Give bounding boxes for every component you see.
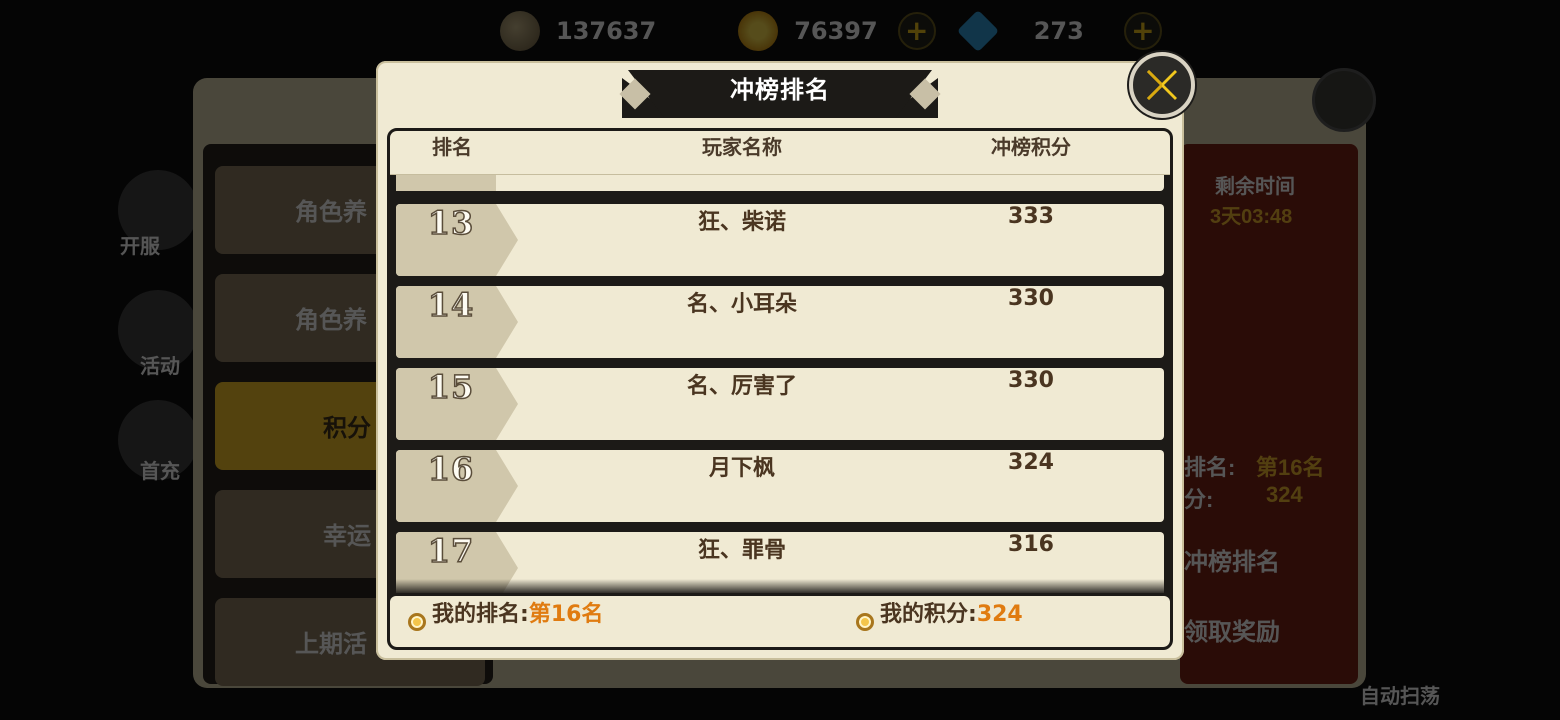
bg-time-title: 剩余时间 — [1215, 176, 1295, 198]
title-ribbon: 冲榜排名 — [619, 70, 941, 118]
gold-resource: 76397 + — [738, 11, 936, 51]
dialog-title: 冲榜排名 — [730, 76, 830, 104]
add-gold-button[interactable]: + — [897, 12, 936, 50]
row-rank: 15 — [427, 367, 475, 407]
blue-gem-icon — [956, 9, 999, 53]
my-rank-value: 第16名 — [528, 602, 604, 627]
close-icon — [1147, 70, 1177, 100]
bg-claim-button[interactable]: 领取奖励 — [1184, 612, 1280, 647]
my-ranking-footer: 我的排名:第16名 我的积分:324 — [390, 596, 1170, 647]
row-score: 333 — [1008, 204, 1054, 229]
ranking-row[interactable]: 16 月下枫 324 — [396, 449, 1164, 522]
row-rank: 14 — [427, 285, 475, 325]
close-button[interactable] — [1129, 52, 1195, 118]
bullet-icon — [856, 613, 874, 631]
gem-resource: 273 + — [956, 9, 1162, 53]
column-score: 冲榜积分 — [991, 135, 1071, 159]
row-player-name: 狂、罪骨 — [697, 538, 787, 563]
crossed-swords-icon — [500, 11, 540, 51]
my-rank: 我的排名:第16名 — [432, 596, 603, 628]
row-player-name: 名、厉害了 — [686, 374, 798, 399]
gold-value: 76397 — [794, 17, 878, 45]
ranking-row-partial — [396, 175, 1164, 191]
bg-close-icon — [1312, 68, 1376, 132]
gem-value: 273 — [1033, 17, 1084, 45]
row-player-name: 狂、柴诺 — [697, 210, 787, 235]
bg-rank-label: 排名: — [1184, 455, 1236, 480]
ranking-row[interactable]: 13 狂、柴诺 333 — [396, 203, 1164, 276]
row-rank: 17 — [427, 531, 475, 571]
row-score: 324 — [1008, 450, 1054, 475]
bg-rank-value: 第16名 — [1256, 455, 1325, 480]
column-player-name: 玩家名称 — [702, 135, 782, 159]
bg-side-label-2: 活动 — [140, 356, 180, 378]
ranking-row[interactable]: 14 名、小耳朵 330 — [396, 285, 1164, 358]
row-score: 330 — [1008, 286, 1054, 311]
bg-rank-button[interactable]: 冲榜排名 — [1184, 542, 1280, 577]
ranking-list[interactable]: 13 狂、柴诺 333 14 名、小耳朵 330 15 名、厉害了 330 16… — [390, 175, 1170, 593]
row-rank: 16 — [427, 449, 475, 489]
bg-side-label-3: 首充 — [140, 461, 180, 483]
resource-bar: 137637 76397 + 273 + — [500, 8, 1184, 54]
ranking-dialog: 冲榜排名 排名 玩家名称 冲榜积分 13 狂、柴诺 333 14 名、小耳朵 3… — [376, 52, 1195, 660]
bullet-icon — [408, 613, 426, 631]
row-player-name: 名、小耳朵 — [686, 292, 798, 317]
bg-auto-sweep[interactable]: 自动扫荡 — [1360, 680, 1440, 709]
bg-score-value: 324 — [1266, 482, 1303, 507]
my-score-label: 我的积分: — [880, 602, 977, 627]
my-rank-label: 我的排名: — [432, 602, 529, 627]
add-gem-button[interactable]: + — [1123, 12, 1162, 50]
row-score: 330 — [1008, 368, 1054, 393]
bg-side-menu: 开服 活动 首充 — [110, 20, 200, 500]
row-rank: 13 — [427, 203, 475, 243]
power-resource: 137637 — [500, 11, 656, 51]
gold-coin-icon — [738, 11, 779, 51]
power-value: 137637 — [556, 17, 657, 45]
bg-time-value: 3天03:48 — [1210, 206, 1293, 228]
my-score: 我的积分:324 — [880, 596, 1023, 628]
row-player-name: 月下枫 — [708, 456, 776, 481]
ranking-row[interactable]: 15 名、厉害了 330 — [396, 367, 1164, 440]
row-score: 316 — [1008, 532, 1054, 557]
bg-side-label-1: 开服 — [120, 236, 160, 258]
bg-score-label: 分: — [1184, 487, 1214, 512]
column-rank: 排名 — [432, 135, 472, 159]
my-score-value: 324 — [976, 602, 1023, 627]
table-header: 排名 玩家名称 冲榜积分 — [390, 131, 1170, 175]
bg-right-panel: 剩余时间 3天03:48 排名: 第16名 分: 324 冲榜排名 领取奖励 — [1180, 144, 1358, 684]
ranking-frame: 排名 玩家名称 冲榜积分 13 狂、柴诺 333 14 名、小耳朵 330 15… — [387, 128, 1173, 650]
